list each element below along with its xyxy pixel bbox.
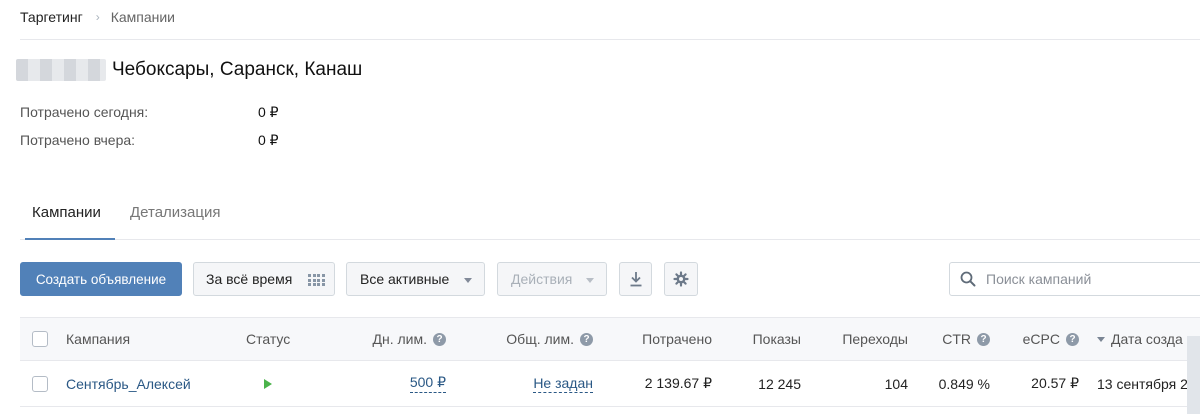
header-divider (20, 39, 1200, 40)
caret-down-icon (586, 278, 594, 283)
search-icon (960, 271, 976, 287)
stat-spent-today: Потрачено сегодня: 0 ₽ (20, 104, 279, 120)
header-impressions-label: Показы (752, 331, 801, 347)
ecpc-cell: 20.57 ₽ (1031, 375, 1079, 391)
header-campaign[interactable]: Кампания (66, 318, 130, 360)
header-created-label: Дата созда (1111, 331, 1183, 347)
header-impressions[interactable]: Показы (720, 318, 801, 360)
help-icon[interactable]: ? (580, 332, 593, 346)
active-tab-indicator (25, 238, 115, 240)
total-limit-cell: Не задан (490, 361, 593, 406)
header-total-limit[interactable]: Общ. лим. ? (490, 318, 593, 360)
status-filter-dropdown[interactable]: Все активные (346, 262, 485, 296)
header-daily-limit-label: Дн. лим. (372, 331, 428, 347)
header-spent[interactable]: Потрачено (620, 318, 712, 360)
filter-label: Все активные (360, 271, 450, 287)
stat-spent-yesterday: Потрачено вчера: 0 ₽ (20, 132, 279, 148)
impressions-cell: 12 245 (758, 375, 801, 392)
header-clicks-label: Переходы (842, 331, 908, 347)
campaign-search (949, 262, 1200, 296)
play-icon[interactable] (264, 378, 272, 389)
header-daily-limit[interactable]: Дн. лим. ? (350, 318, 446, 360)
period-label: За всё время (206, 271, 293, 287)
account-header: Чебоксары, Саранск, Канаш (16, 59, 362, 81)
header-clicks[interactable]: Переходы (810, 318, 908, 360)
period-button[interactable]: За всё время (193, 262, 335, 296)
caret-down-icon (464, 278, 472, 283)
stat-value: 0 ₽ (258, 132, 279, 148)
help-icon[interactable]: ? (433, 332, 446, 346)
create-ad-button[interactable]: Создать объявление (20, 262, 182, 296)
gear-icon (673, 271, 689, 287)
actions-dropdown[interactable]: Действия (497, 262, 607, 296)
header-ctr-label: CTR (942, 331, 971, 347)
daily-limit-value[interactable]: 500 ₽ (409, 374, 446, 393)
breadcrumb-current: Кампании (110, 9, 175, 25)
stat-value: 0 ₽ (258, 104, 279, 120)
row-select-cell (32, 361, 48, 406)
account-id-blurred (16, 59, 106, 81)
sort-desc-icon (1097, 336, 1105, 342)
table-header: Кампания Статус Дн. лим. ? Общ. лим. ? П… (20, 317, 1200, 361)
download-icon (630, 272, 641, 287)
table-row[interactable]: Сентябрь_Алексей 500 ₽ Не задан 2 139.67… (20, 361, 1200, 407)
chevron-right-icon: › (95, 10, 100, 24)
stat-label: Потрачено сегодня: (20, 104, 149, 120)
total-limit-value[interactable]: Не задан (533, 375, 593, 393)
header-spent-label: Потрачено (642, 331, 712, 347)
header-campaign-label: Кампания (66, 331, 131, 347)
header-status[interactable]: Статус (246, 318, 290, 360)
row-checkbox[interactable] (32, 375, 48, 392)
breadcrumb: Таргетинг › Кампании (20, 8, 175, 26)
settings-button[interactable] (664, 262, 698, 296)
ctr-cell: 0.849 % (938, 375, 990, 392)
download-button[interactable] (619, 262, 652, 296)
help-icon[interactable]: ? (977, 332, 990, 346)
campaign-name-link[interactable]: Сентябрь_Алексей (66, 376, 191, 392)
tab-details[interactable]: Детализация (130, 204, 221, 221)
status-cell (264, 361, 272, 406)
select-all-cell (32, 318, 48, 360)
breadcrumb-targeting-link[interactable]: Таргетинг (20, 9, 83, 25)
tabs: Кампании Детализация (20, 196, 1200, 240)
header-ctr[interactable]: CTR ? (920, 318, 990, 360)
toolbar: Создать объявление За всё время Все акти… (0, 262, 1200, 296)
header-ecpc[interactable]: eCPC ? (1000, 318, 1079, 360)
account-name: Чебоксары, Саранск, Канаш (112, 59, 363, 80)
header-total-limit-label: Общ. лим. (506, 331, 574, 347)
header-ecpc-label: eCPC (1022, 331, 1060, 347)
search-input[interactable] (986, 271, 1186, 287)
created-cell: 13 сентября 2 (1097, 375, 1188, 392)
help-icon[interactable]: ? (1066, 332, 1079, 346)
tab-campaigns[interactable]: Кампании (32, 204, 101, 221)
header-status-label: Статус (246, 331, 291, 347)
daily-limit-cell: 500 ₽ (350, 361, 446, 406)
header-created[interactable]: Дата созда (1097, 318, 1183, 360)
select-all-checkbox[interactable] (32, 331, 48, 347)
clicks-cell: 104 (884, 375, 908, 392)
spent-cell: 2 139.67 ₽ (644, 375, 712, 391)
calendar-grid-icon (308, 274, 325, 286)
campaign-name-cell: Сентябрь_Алексей (66, 361, 191, 406)
stat-label: Потрачено вчера: (20, 132, 136, 148)
horizontal-scrollbar[interactable] (1187, 336, 1200, 414)
actions-label: Действия (511, 271, 573, 287)
